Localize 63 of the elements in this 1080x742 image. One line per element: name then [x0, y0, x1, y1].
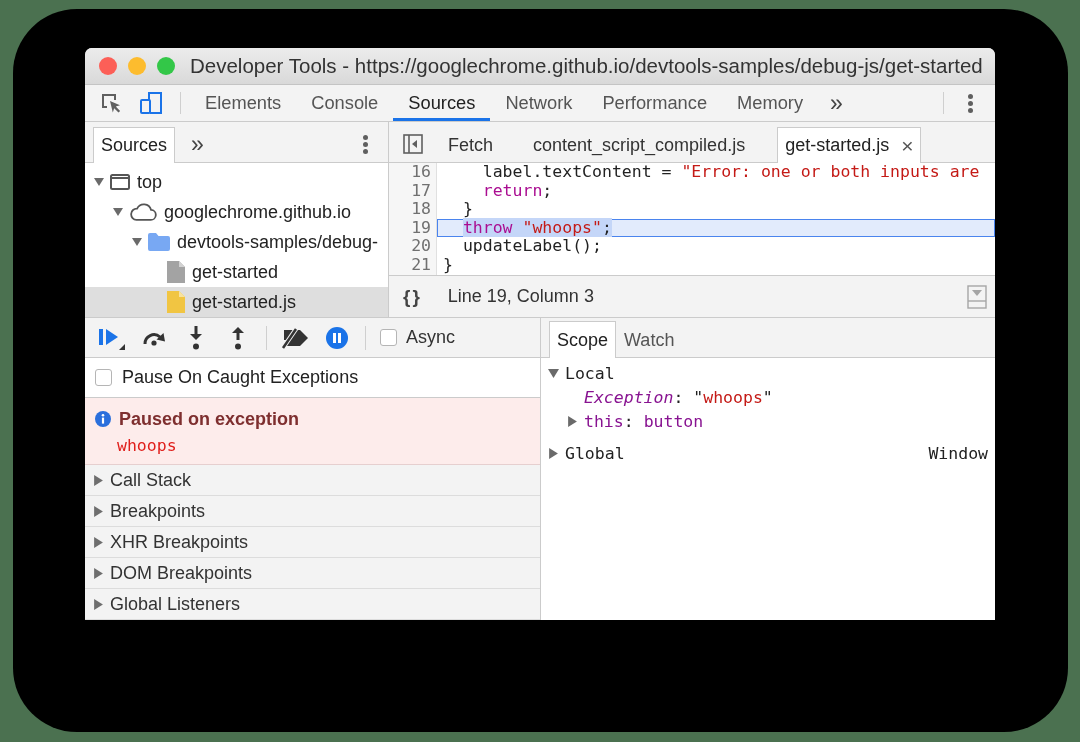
cursor-position: Line 19, Column 3: [447, 286, 594, 307]
info-icon: [95, 411, 111, 427]
crossed-breakpoint-icon: [281, 326, 309, 349]
tree-item[interactable]: get-started.js: [85, 287, 388, 317]
line-number: 21: [410, 255, 432, 275]
more-menu-icon: [967, 93, 973, 113]
panel-tab[interactable]: Scope: [549, 321, 617, 358]
scope-item[interactable]: Global Window: [541, 441, 995, 465]
panel-tab[interactable]: Console: [296, 85, 394, 121]
code-line: return;: [481, 181, 554, 201]
close-window-button[interactable]: [99, 57, 117, 75]
more-tabs-button[interactable]: »: [183, 126, 212, 162]
scope-property: Exception: "whoops": [583, 386, 774, 409]
line-number: 17: [410, 181, 432, 201]
window-title: Developer Tools - https://googlechrome.github.io/devtools-samples/debug-js/get-started: [190, 54, 983, 78]
code-line: }: [461, 200, 474, 219]
folder-icon: [148, 233, 170, 251]
file-tab[interactable]: content_script_compiled.js: [525, 127, 754, 163]
file-tab[interactable]: get-started.js ×: [777, 127, 922, 163]
panel-tab[interactable]: Sources: [93, 127, 176, 163]
sidebar-panel-icon: [403, 134, 423, 154]
window-frame-icon: [110, 174, 130, 190]
tree-item[interactable]: get-started: [85, 257, 388, 287]
banner-title: Paused on exception: [119, 408, 300, 430]
checkbox[interactable]: [95, 369, 112, 386]
tree-item[interactable]: googlechrome.github.io: [85, 197, 388, 227]
checkbox[interactable]: [380, 329, 397, 346]
checkbox-label: Pause On Caught Exceptions: [122, 367, 359, 388]
panel-down-icon: [967, 284, 987, 309]
panel-tab[interactable]: Sources: [393, 85, 491, 121]
step-into-icon: [190, 325, 202, 350]
panel-tab[interactable]: Performance: [587, 85, 723, 121]
tree-item[interactable]: top: [85, 167, 388, 197]
scope-value: Window: [928, 443, 989, 463]
drawer-toggle-button[interactable]: [967, 284, 987, 309]
panel-tab[interactable]: Network: [490, 85, 588, 121]
checkbox-label: Async: [406, 327, 456, 348]
scope-item[interactable]: this: button: [541, 409, 995, 433]
code-line: }: [442, 255, 454, 275]
mobile-devices-icon: [140, 92, 162, 114]
cloud-icon: [129, 203, 157, 221]
line-number: 18: [410, 200, 432, 219]
tree-item[interactable]: devtools-samples/debug-: [85, 227, 388, 257]
more-menu-icon: [362, 134, 368, 154]
code-line: label.textContent = "Error: one or both inputs are: [481, 163, 981, 182]
panel-tab[interactable]: Elements: [190, 85, 297, 121]
line-number: 20: [410, 237, 432, 256]
step-out-icon: [232, 325, 244, 350]
file-tab[interactable]: Fetch: [440, 127, 502, 163]
exception-message: whoops: [117, 436, 177, 456]
panel-tab[interactable]: Memory: [722, 85, 819, 121]
close-tab-button[interactable]: ×: [901, 133, 914, 158]
pause-circle-icon: [326, 326, 348, 349]
more-tabs-button[interactable]: »: [818, 85, 855, 121]
file-icon: [167, 261, 185, 283]
file-icon: [167, 291, 185, 313]
cursor-box-icon: [100, 92, 122, 114]
panel-tab[interactable]: Watch: [616, 321, 683, 358]
line-number: 16: [410, 163, 432, 182]
format-button[interactable]: {}: [403, 285, 422, 308]
code-line: updateLabel();: [461, 237, 603, 256]
scope-item[interactable]: Local: [541, 361, 995, 385]
line-number: 19: [410, 218, 432, 238]
